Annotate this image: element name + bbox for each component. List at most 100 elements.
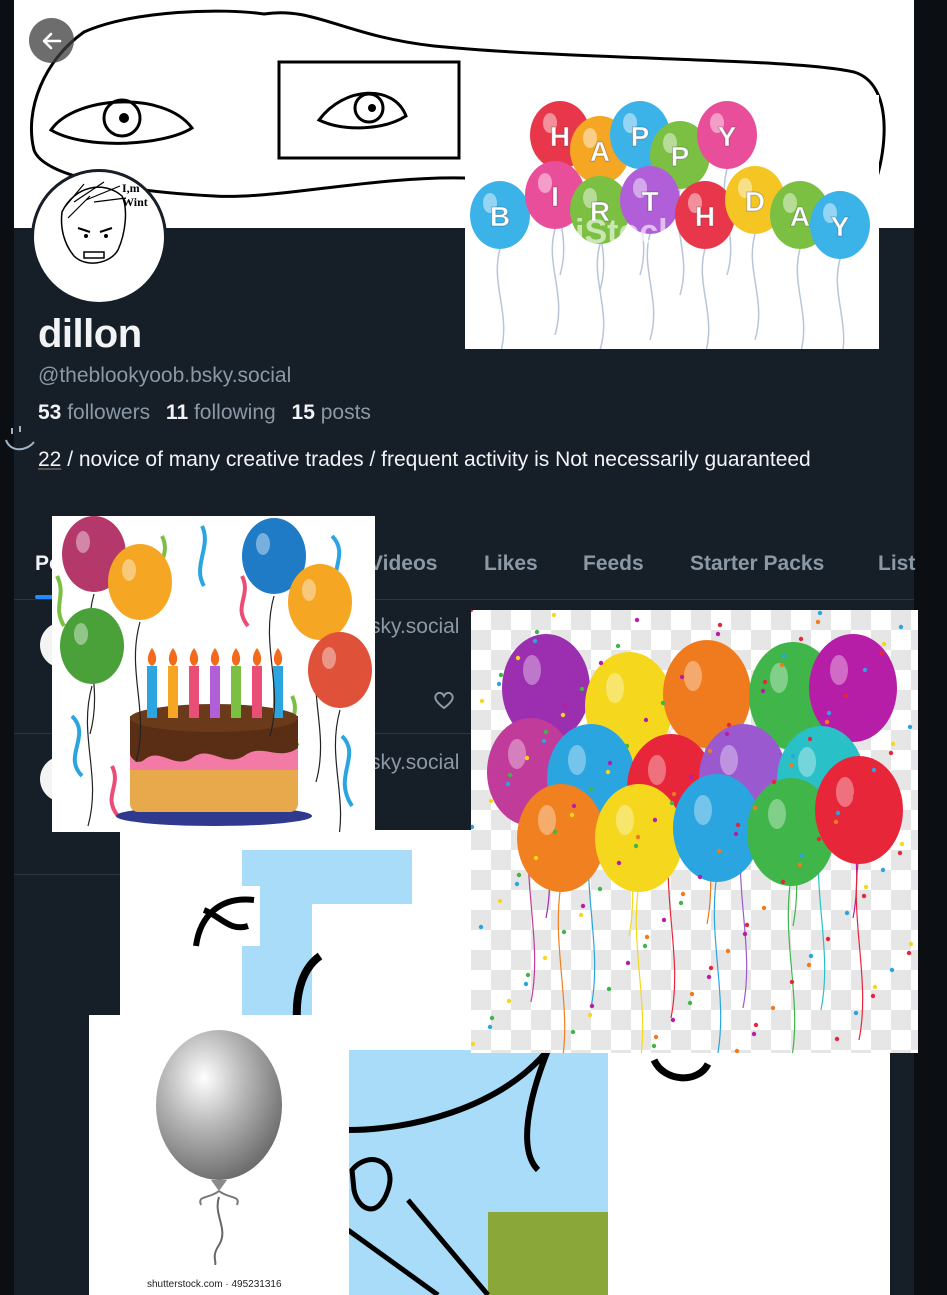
candle (168, 666, 178, 718)
confetti-balloons-image (471, 610, 918, 1053)
posts-stat: 15 posts (292, 401, 371, 424)
following-link[interactable]: 11 following (166, 401, 276, 424)
confetti-dot (670, 1017, 676, 1023)
confetti-dot (733, 831, 739, 837)
post-author-handle[interactable]: sky.social (370, 751, 459, 775)
confetti-dot (487, 1024, 493, 1030)
confetti-dot (843, 693, 849, 699)
confetti-dot (562, 703, 568, 709)
confetti-dot (872, 984, 878, 990)
confetti-dot (607, 760, 613, 766)
avatar-drawing: I,m Wint (60, 181, 148, 264)
confetti-dot (771, 779, 777, 785)
confetti-dot (661, 917, 667, 923)
post-author-handle[interactable]: sky.social (370, 615, 459, 639)
confetti-dot (515, 655, 521, 661)
confetti-dot (651, 1043, 657, 1049)
confetti-dot (744, 922, 750, 928)
bio-number: 22 (38, 448, 62, 471)
confetti-dot (532, 638, 538, 644)
confetti-dot (898, 624, 904, 630)
confetti-dot (825, 936, 831, 942)
confetti-dot (561, 929, 567, 935)
profile-avatar[interactable]: I,m Wint (31, 169, 167, 305)
confetti-dot (625, 960, 631, 966)
confetti-dot (643, 717, 649, 723)
sketch-fragment (120, 830, 480, 1030)
confetti-dot (871, 767, 877, 773)
smile-doodle-icon (5, 426, 35, 451)
confetti-dot (489, 1015, 495, 1021)
stock-caption: shutterstock.com · 495231316 (147, 1279, 282, 1290)
confetti-dot (516, 872, 522, 878)
tab-likes[interactable]: Likes (484, 552, 538, 576)
confetti-dot (779, 662, 785, 668)
confetti-dot (660, 700, 666, 706)
candle (210, 666, 220, 718)
confetti-dot (560, 712, 566, 718)
confetti-dot (644, 934, 650, 940)
balloon (308, 632, 372, 708)
confetti-dot (569, 812, 575, 818)
following-count: 11 (165, 401, 189, 424)
tab-feeds[interactable]: Feeds (583, 552, 644, 576)
back-button[interactable] (29, 18, 74, 63)
candle-flame (252, 648, 262, 666)
balloon-letter: A (790, 201, 810, 232)
candle-flame (189, 648, 199, 666)
candle-flame (210, 648, 220, 666)
confetti-dot (708, 965, 714, 971)
confetti-dot (835, 810, 841, 816)
followers-label: followers (67, 401, 151, 424)
profile-handle[interactable]: @theblookyoob.bsky.social (38, 364, 291, 388)
balloon-letter: D (745, 186, 765, 217)
confetti-dot (799, 853, 805, 859)
hand-sketch (348, 1048, 712, 1295)
confetti-dot (789, 979, 795, 985)
confetti-dot (808, 953, 814, 959)
tab-starter-packs[interactable]: Starter Packs (690, 552, 824, 576)
confetti-dot (589, 1003, 595, 1009)
balloon-letter: H (550, 121, 570, 152)
confetti-dot (742, 931, 748, 937)
posts-label: posts (320, 401, 371, 424)
heart-icon[interactable] (432, 688, 456, 712)
confetti-dot (688, 774, 694, 780)
arrow-left-icon (42, 32, 61, 49)
confetti-dot (687, 1000, 693, 1006)
confetti-dot (890, 741, 896, 747)
candle (147, 666, 157, 718)
confetti-dot (541, 738, 547, 744)
tab-lists[interactable]: List (878, 552, 915, 576)
confetti-dot (597, 886, 603, 892)
confetti-dot (798, 636, 804, 642)
balloon-letter: A (590, 136, 610, 167)
confetti-dot (498, 672, 504, 678)
candle-flame (273, 648, 283, 666)
stock-watermark: iStock (575, 213, 678, 251)
followers-link[interactable]: 53 followers (38, 401, 150, 424)
confetti-dot (606, 986, 612, 992)
confetti-dot (505, 781, 511, 787)
confetti-dot (889, 967, 895, 973)
confetti-dot (862, 667, 868, 673)
confetti-dot (881, 641, 887, 647)
confetti-dot (790, 753, 796, 759)
confetti-dot (715, 631, 721, 637)
balloon-letter: H (695, 201, 715, 232)
confetti-dot (507, 772, 513, 778)
confetti-dot (615, 643, 621, 649)
confetti-dot (698, 648, 704, 654)
balloon-letter: P (671, 141, 690, 172)
confetti-dot (478, 924, 484, 930)
confetti-dot (652, 817, 658, 823)
candle (252, 666, 262, 718)
confetti-dot (725, 948, 731, 954)
confetti-dot (524, 755, 530, 761)
confetti-dot (551, 612, 557, 618)
candle-flame (168, 648, 178, 666)
confetti-dot (879, 650, 885, 656)
followers-count: 53 (38, 401, 62, 424)
tab-videos[interactable]: Videos (369, 552, 437, 576)
confetti-dot (816, 836, 822, 842)
